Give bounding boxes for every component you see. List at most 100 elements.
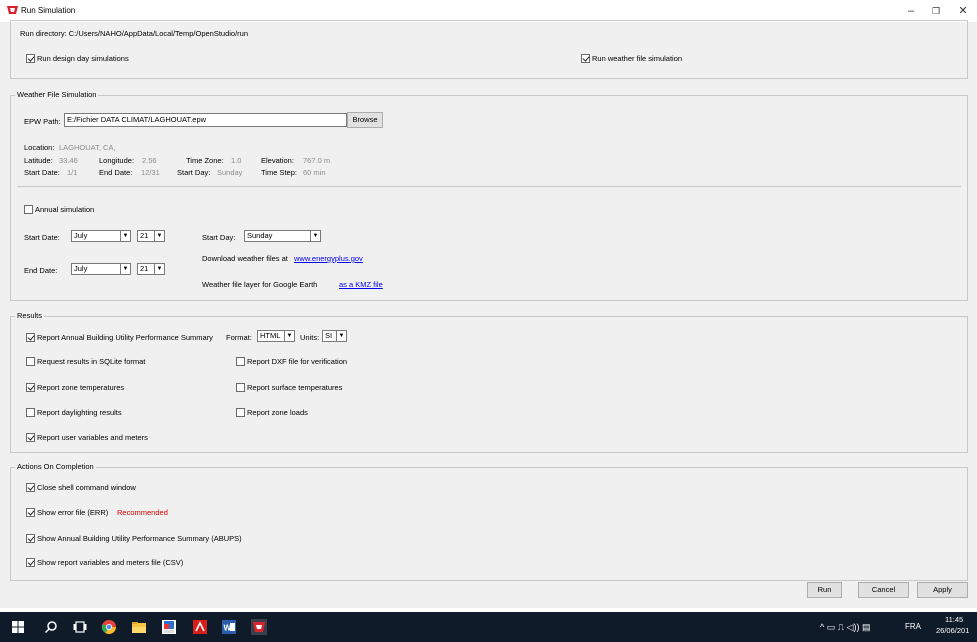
startdate-value: 1/1 (67, 168, 78, 177)
chevron-down-icon: ▼ (154, 231, 164, 241)
show-csv-checkbox[interactable] (26, 558, 35, 567)
file-explorer-icon[interactable] (131, 619, 147, 635)
annual-simulation-label: Annual simulation (35, 205, 95, 214)
start-day-select[interactable]: 21 ▼ (137, 230, 165, 242)
clock-time[interactable]: 11:45 (945, 615, 963, 624)
actions-group-title: Actions On Completion (15, 462, 96, 471)
timestep-value: 60 min (303, 168, 326, 177)
word-icon[interactable]: W (221, 619, 237, 635)
end-day-value: 21 (140, 264, 149, 273)
start-day-of-week-label: Start Day: (202, 233, 236, 242)
close-shell-label: Close shell command window (37, 483, 136, 492)
chevron-down-icon: ▼ (284, 331, 294, 341)
user-variables-label: Report user variables and meters (37, 433, 148, 442)
maximize-button[interactable]: ❐ (925, 3, 947, 19)
daylighting-label: Report daylighting results (37, 408, 122, 417)
svg-text:W: W (224, 624, 232, 633)
zone-loads-checkbox[interactable] (236, 408, 245, 417)
title-bar: Run Simulation – ❐ ✕ (0, 0, 977, 22)
chevron-down-icon: ▼ (154, 264, 164, 274)
clock-date[interactable]: 26/06/201 (936, 626, 969, 635)
kmz-link[interactable]: as a KMZ file (339, 280, 383, 289)
end-day-select[interactable]: 21 ▼ (137, 263, 165, 275)
epw-path-input[interactable]: E:/Fichier DATA CLIMAT/LAGHOUAT.epw (64, 113, 347, 127)
zone-temperatures-label: Report zone temperatures (37, 383, 125, 392)
openstudio-taskbar-icon[interactable] (251, 619, 267, 635)
enddate-label: End Date: (99, 168, 133, 177)
units-select[interactable]: SI ▼ (322, 330, 347, 342)
end-month-value: July (74, 264, 88, 273)
sqlite-label: Request results in SQLite format (37, 357, 146, 366)
elevation-value: 767.0 m (303, 156, 331, 165)
start-day-of-week-select[interactable]: Sunday ▼ (244, 230, 321, 242)
elevation-label: Elevation: (261, 156, 294, 165)
results-group-title: Results (15, 311, 45, 320)
format-label: Format: (226, 333, 252, 342)
show-csv-label: Show report variables and meters file (C… (37, 558, 184, 567)
chevron-down-icon: ▼ (120, 264, 130, 274)
units-value: SI (325, 331, 333, 340)
timezone-label: Time Zone: (186, 156, 224, 165)
search-icon[interactable] (43, 619, 59, 635)
latitude-label: Latitude: (24, 156, 53, 165)
run-button[interactable]: Run (807, 582, 842, 598)
language-indicator[interactable]: FRA (905, 622, 921, 631)
show-abups-checkbox[interactable] (26, 534, 35, 543)
windows-start-icon[interactable] (10, 619, 26, 635)
close-button[interactable]: ✕ (952, 3, 974, 19)
minimize-button[interactable]: – (900, 3, 922, 19)
kmz-text: Weather file layer for Google Earth (202, 280, 318, 289)
run-directory-text: Run directory: C:/Users/NAHO/AppData/Loc… (20, 29, 249, 38)
epw-path-label: EPW Path: (24, 117, 61, 126)
abups-checkbox[interactable] (26, 333, 35, 342)
end-month-select[interactable]: July ▼ (71, 263, 131, 275)
weather-file-checkbox[interactable] (581, 54, 590, 63)
sqlite-checkbox[interactable] (26, 357, 35, 366)
show-err-checkbox[interactable] (26, 508, 35, 517)
system-tray-icons[interactable]: ^ ▭ ⎍ ◁)) ▤ (820, 622, 870, 633)
task-view-icon[interactable] (72, 619, 88, 635)
dxf-checkbox[interactable] (236, 357, 245, 366)
enddate-value: 12/31 (141, 168, 160, 177)
timezone-value: 1.0 (231, 156, 242, 165)
weather-separator (17, 186, 961, 187)
startdate-label: Start Date: (24, 168, 60, 177)
show-err-label: Show error file (ERR) (37, 508, 109, 517)
zone-temperatures-checkbox[interactable] (26, 383, 35, 392)
start-date-label: Start Date: (24, 233, 60, 242)
recommended-text: Recommended (117, 508, 168, 517)
chevron-down-icon: ▼ (336, 331, 346, 341)
design-day-checkbox[interactable] (26, 54, 35, 63)
start-day-value: 21 (140, 231, 149, 240)
surface-temperatures-checkbox[interactable] (236, 383, 245, 392)
format-select[interactable]: HTML ▼ (257, 330, 295, 342)
location-value: LAGHOUAT, CA, (59, 143, 116, 152)
latitude-value: 33.46 (59, 156, 78, 165)
weather-file-label: Run weather file simulation (592, 54, 683, 63)
show-abups-label: Show Annual Building Utility Performance… (37, 534, 242, 543)
annual-simulation-checkbox[interactable] (24, 205, 33, 214)
daylighting-checkbox[interactable] (26, 408, 35, 417)
dxf-label: Report DXF file for verification (247, 357, 348, 366)
taskbar: W ^ ▭ ⎍ ◁)) ▤ FRA 11:45 26/06/201 (0, 612, 977, 642)
window-title: Run Simulation (21, 6, 76, 15)
chrome-icon[interactable] (101, 619, 117, 635)
weather-group-title: Weather File Simulation (15, 90, 99, 99)
start-month-value: July (74, 231, 88, 240)
abups-label: Report Annual Building Utility Performan… (37, 333, 213, 342)
timestep-label: Time Step: (261, 168, 297, 177)
user-variables-checkbox[interactable] (26, 433, 35, 442)
energyplus-link[interactable]: www.energyplus.gov (294, 254, 363, 263)
cancel-button[interactable]: Cancel (858, 582, 909, 598)
apply-button[interactable]: Apply (917, 582, 968, 598)
end-date-label: End Date: (24, 266, 58, 275)
zone-loads-label: Report zone loads (247, 408, 308, 417)
results-group: Results Report Annual Building Utility P… (10, 311, 968, 453)
launch-app-icon[interactable] (161, 619, 177, 635)
close-shell-checkbox[interactable] (26, 483, 35, 492)
surface-temperatures-label: Report surface temperatures (247, 383, 343, 392)
browse-button[interactable]: Browse (347, 112, 383, 128)
acrobat-icon[interactable] (192, 619, 208, 635)
start-month-select[interactable]: July ▼ (71, 230, 131, 242)
download-text: Download weather files at (202, 254, 288, 263)
